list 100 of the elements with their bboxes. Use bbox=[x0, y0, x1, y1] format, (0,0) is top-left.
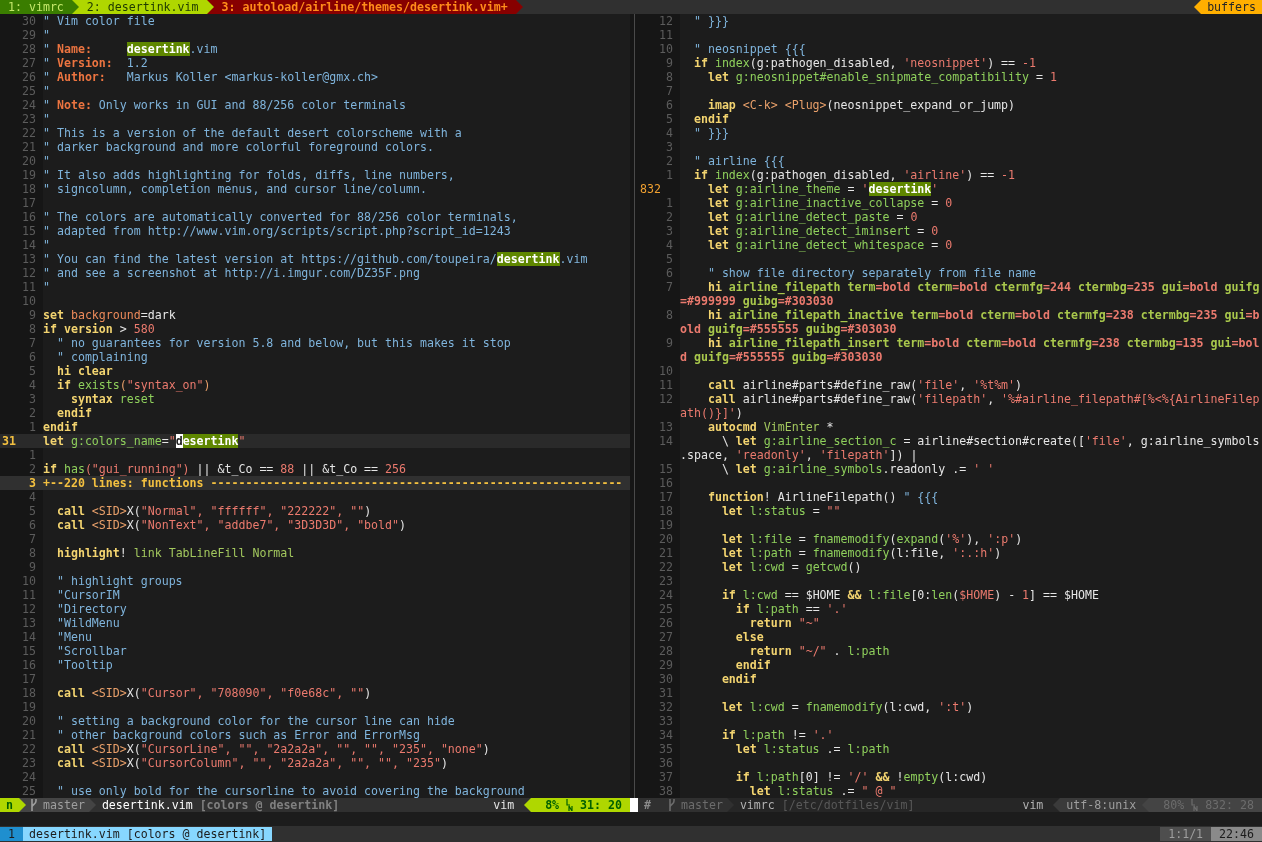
line-number: 36 bbox=[658, 756, 674, 770]
line-number: 27 bbox=[21, 56, 37, 70]
code-line: .space, 'readonly', 'filepath']) | bbox=[680, 448, 919, 462]
code-line: hi airline_filepath_inactive term=bold cterm=bold ctermfg=238 ctermbg=235 gui=b bbox=[706, 308, 1261, 322]
line-number: 7 bbox=[28, 532, 37, 546]
code-line: let g:airline_theme = 'desertink' bbox=[706, 182, 940, 196]
code-line: let g:neosnippet#enable_snipmate_compatibility = 1 bbox=[706, 70, 1058, 84]
line-number: 6 bbox=[665, 98, 674, 112]
line-number: 8 bbox=[28, 322, 37, 336]
line-number: 35 bbox=[658, 742, 674, 756]
line-number: 25 bbox=[658, 602, 674, 616]
file-type: vim bbox=[493, 798, 516, 812]
line-number: 18 bbox=[21, 182, 37, 196]
code-line: hi airline_filepath term=bold cterm=bold ctermfg=244 ctermbg=235 gui=bold guifg bbox=[706, 280, 1261, 294]
line-number: 5 bbox=[665, 112, 674, 126]
code-line: set background=dark bbox=[43, 308, 177, 322]
code-line: if l:path != '.' bbox=[720, 728, 835, 742]
code-line: \ let g:airline_section_c = airline#section#create(['file', g:airline_symbols bbox=[720, 434, 1261, 448]
code-line: " complaining bbox=[55, 350, 149, 364]
code-line: " You can find the latest version at https://github.com/toupeira/desertink.vim bbox=[43, 252, 589, 266]
code-line: "WildMenu bbox=[55, 616, 121, 630]
code-line: if l:path[0] != '/' && !empty(l:cwd) bbox=[734, 770, 989, 784]
line-number: 2 bbox=[665, 210, 674, 224]
code-line: " Note: Only works in GUI and 88/256 color terminals bbox=[43, 98, 407, 112]
code-line: " Name: desertink.vim bbox=[43, 42, 219, 56]
code-line: "Tooltip bbox=[55, 658, 114, 672]
line-number: 16 bbox=[658, 476, 674, 490]
line-number: 20 bbox=[21, 714, 37, 728]
code-line: let l:path = fnamemodify(l:file, ':.:h') bbox=[720, 546, 1003, 560]
line-number: 13 bbox=[21, 252, 37, 266]
line-number-icon bbox=[1191, 799, 1199, 811]
line-number: 31 bbox=[0, 434, 43, 448]
line-number: 38 bbox=[658, 784, 674, 798]
code-line: " The colors are automatically converted for 88/256 color terminals, bbox=[43, 210, 519, 224]
code-line: let l:status = "" bbox=[720, 504, 842, 518]
code-line: " neosnippet {{{ bbox=[692, 42, 807, 56]
line-number: 26 bbox=[658, 616, 674, 630]
code-line: " This is a version of the default desert colorscheme with a bbox=[43, 126, 463, 140]
line-number: 27 bbox=[658, 630, 674, 644]
code-line: let g:airline_detect_paste = 0 bbox=[706, 210, 919, 224]
line-number: 30 bbox=[21, 14, 37, 28]
code-line: " Vim color file bbox=[43, 14, 156, 28]
code-line: =#999999 guibg=#303030 bbox=[680, 294, 834, 308]
line-number: 20 bbox=[658, 532, 674, 546]
line-number: 20 bbox=[21, 154, 37, 168]
line-number: 14 bbox=[21, 238, 37, 252]
line-number: 26 bbox=[21, 70, 37, 84]
line-number: 9 bbox=[665, 56, 674, 70]
code-line: old guifg=#555555 guibg=#303030 bbox=[680, 322, 897, 336]
code-line: let l:file = fnamemodify(expand('%'), ':p') bbox=[720, 532, 1024, 546]
line-number: 14 bbox=[658, 434, 674, 448]
code-line: hi airline_filepath_insert term=bold cterm=bold ctermfg=238 ctermbg=135 gui=bol bbox=[706, 336, 1261, 350]
line-number: 4 bbox=[28, 490, 37, 504]
line-number: 18 bbox=[658, 504, 674, 518]
line-number: 21 bbox=[21, 728, 37, 742]
code-line: endif bbox=[720, 672, 758, 686]
line-number: 28 bbox=[658, 644, 674, 658]
code-line: syntax reset bbox=[69, 392, 156, 406]
line-number: 6 bbox=[28, 518, 37, 532]
code-line: let g:airline_detect_iminsert = 0 bbox=[706, 224, 940, 238]
code-line: "CursorIM bbox=[55, 588, 121, 602]
line-number: 832 bbox=[639, 182, 662, 196]
line-number: 33 bbox=[658, 714, 674, 728]
code-line: " setting a background color for the cursor line can hide bbox=[55, 714, 456, 728]
code-line: let g:airline_inactive_collapse = 0 bbox=[706, 196, 954, 210]
line-number: 13 bbox=[21, 616, 37, 630]
line-number: 9 bbox=[28, 308, 37, 322]
line-number: 11 bbox=[21, 588, 37, 602]
line-number: 12 bbox=[658, 392, 674, 406]
arrow-icon bbox=[515, 0, 523, 14]
line-number: 11 bbox=[658, 378, 674, 392]
line-number-icon bbox=[566, 799, 574, 811]
line-number: 1 bbox=[665, 196, 674, 210]
code-line: " bbox=[43, 112, 51, 126]
line-number: 23 bbox=[21, 112, 37, 126]
line-number: 10 bbox=[658, 364, 674, 378]
line-number: 10 bbox=[21, 574, 37, 588]
line-number: 22 bbox=[658, 560, 674, 574]
line-number: 17 bbox=[21, 672, 37, 686]
code-line: " It also adds highlighting for folds, diffs, line numbers, bbox=[43, 168, 456, 182]
line-number: 8 bbox=[665, 70, 674, 84]
line-number: 21 bbox=[21, 140, 37, 154]
line-number: 17 bbox=[658, 490, 674, 504]
line-number: 18 bbox=[21, 686, 37, 700]
line-number: 2 bbox=[28, 406, 37, 420]
line-number: 19 bbox=[658, 518, 674, 532]
line-number: 1 bbox=[665, 168, 674, 182]
line-number: 24 bbox=[21, 770, 37, 784]
line-number: 12 bbox=[21, 602, 37, 616]
code-line: call <SID>X("NonText", "addbe7", "3D3D3D", "bold") bbox=[55, 518, 407, 532]
code-line: let g:airline_detect_whitespace = 0 bbox=[706, 238, 954, 252]
line-number: 6 bbox=[665, 266, 674, 280]
line-number: 3 bbox=[665, 224, 674, 238]
line-number: 12 bbox=[658, 14, 674, 28]
line-number: 29 bbox=[658, 658, 674, 672]
code-line: if has("gui_running") || &t_Co == 88 || &t_Co == 256 bbox=[43, 462, 407, 476]
code-line: " bbox=[43, 280, 51, 294]
line-number: 34 bbox=[658, 728, 674, 742]
code-line: let l:status .= l:path bbox=[734, 742, 891, 756]
line-number: 5 bbox=[28, 504, 37, 518]
